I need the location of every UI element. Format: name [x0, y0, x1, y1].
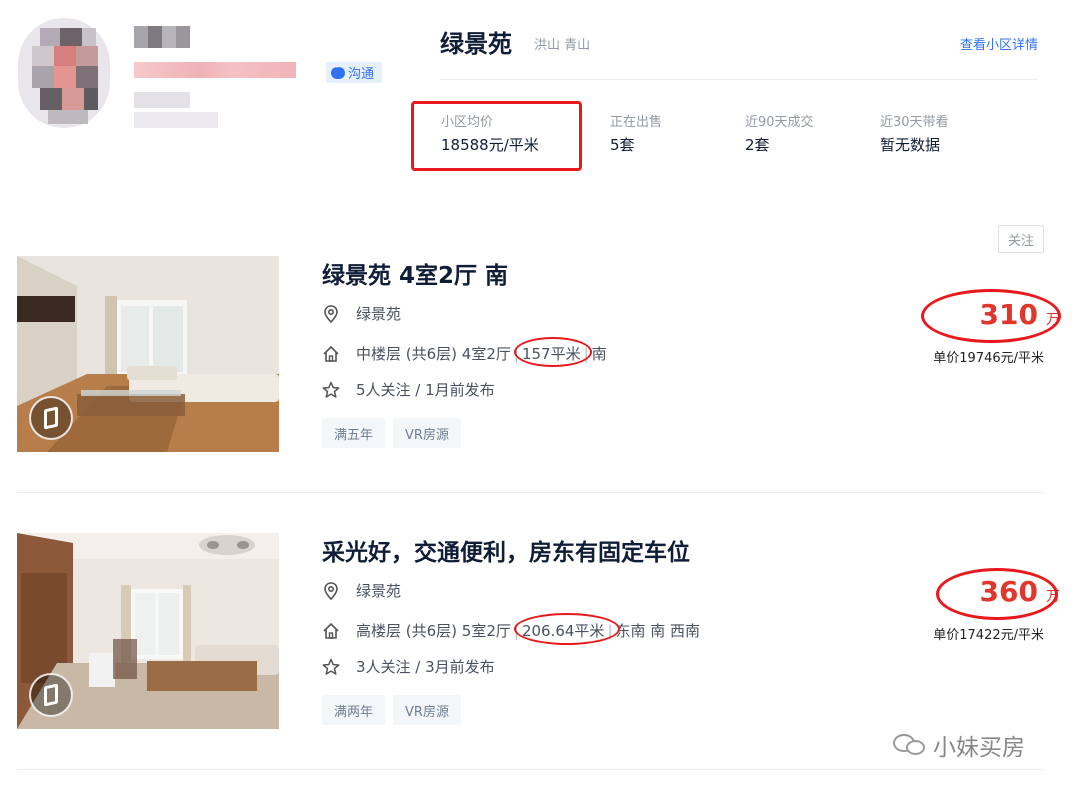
followers-info: 5人关注 / 1月前发布: [356, 381, 495, 399]
stat-deals-90d: 近90天成交 2套: [745, 111, 814, 155]
floor-info: 中楼层 (共6层) 4室2厅: [356, 345, 511, 363]
divider: [17, 492, 1044, 493]
listing-title[interactable]: 采光好，交通便利，房东有固定车位: [322, 533, 690, 567]
house-icon: [322, 345, 340, 363]
agent-info-line: [134, 112, 218, 128]
star-icon: [322, 381, 340, 399]
agent-tagline: [134, 62, 296, 78]
chat-button-label: 沟通: [348, 67, 375, 82]
price-highlight: [936, 568, 1058, 620]
community-name: 绿景苑: [440, 30, 512, 58]
community-location: 洪山 青山: [534, 38, 591, 53]
vr-badge-icon: [29, 396, 73, 440]
listing-info-row: 高楼层 (共6层) 5室2厅 | 206.64平米 | 东南 南 西南: [322, 613, 701, 645]
tag: VR房源: [393, 418, 461, 448]
agent-avatar: [18, 18, 110, 128]
stat-value: 暂无数据: [880, 136, 941, 154]
area-highlight: [513, 613, 620, 645]
chat-bubble-icon: [331, 63, 345, 79]
listing-card: 绿景苑 4室2厅 南 绿景苑 中楼层 (共6层) 4室2厅 | 157平米 | …: [0, 256, 1080, 456]
tag: 满两年: [322, 695, 386, 725]
highlight-box: [411, 101, 582, 171]
community-detail-link[interactable]: 查看小区详情: [960, 34, 1038, 53]
listing-photo[interactable]: [17, 533, 279, 729]
divider: [440, 79, 1038, 80]
agent-name: [134, 26, 190, 48]
stat-value: 2套: [745, 136, 770, 154]
stat-label: 正在出售: [610, 115, 663, 130]
listing-follow-row: 5人关注 / 1月前发布: [322, 379, 495, 400]
orientation: 东南 南 西南: [615, 622, 701, 640]
stat-label: 近90天成交: [745, 115, 814, 130]
floor-info: 高楼层 (共6层) 5室2厅: [356, 622, 511, 640]
location-pin-icon: [322, 304, 340, 323]
price-highlight: [921, 289, 1061, 343]
follow-button[interactable]: 关注: [998, 225, 1044, 253]
tag-list: 满两年 VR房源: [322, 695, 461, 725]
listing-photo[interactable]: [17, 256, 279, 452]
vr-badge-icon: [29, 673, 73, 717]
stat-on-sale: 正在出售 5套: [610, 111, 662, 155]
watermark-text: 小妹买房: [933, 735, 1025, 761]
agent-info-line: [134, 92, 190, 108]
listing-community[interactable]: 绿景苑: [356, 580, 401, 601]
house-icon: [322, 622, 340, 640]
listing-card: 采光好，交通便利，房东有固定车位 绿景苑 高楼层 (共6层) 5室2厅 | 20…: [0, 533, 1080, 733]
listing-title[interactable]: 绿景苑 4室2厅 南: [322, 256, 508, 290]
unit-price: 单价17422元/平米: [933, 628, 1044, 643]
listing-info-row: 中楼层 (共6层) 4室2厅 | 157平米 | 南: [322, 337, 607, 367]
divider: [17, 769, 1044, 770]
orientation: 南: [591, 345, 607, 363]
tag-list: 满五年 VR房源: [322, 418, 461, 448]
listing-follow-row: 3人关注 / 3月前发布: [322, 656, 495, 677]
stat-label: 近30天带看: [880, 115, 949, 130]
watermark: 小妹买房: [893, 728, 1025, 762]
wechat-icon: [893, 732, 927, 758]
followers-info: 3人关注 / 3月前发布: [356, 658, 495, 676]
area-highlight: [513, 337, 592, 367]
star-icon: [322, 658, 340, 676]
unit-price: 单价19746元/平米: [933, 351, 1044, 366]
listing-community-row: 绿景苑: [322, 303, 401, 324]
tag: VR房源: [393, 695, 461, 725]
chat-button[interactable]: 沟通: [326, 62, 382, 83]
tag: 满五年: [322, 418, 386, 448]
listing-community-row: 绿景苑: [322, 580, 401, 601]
location-pin-icon: [322, 581, 340, 600]
listing-community[interactable]: 绿景苑: [356, 303, 401, 324]
stat-viewings-30d: 近30天带看 暂无数据: [880, 111, 949, 155]
stat-value: 5套: [610, 136, 635, 154]
